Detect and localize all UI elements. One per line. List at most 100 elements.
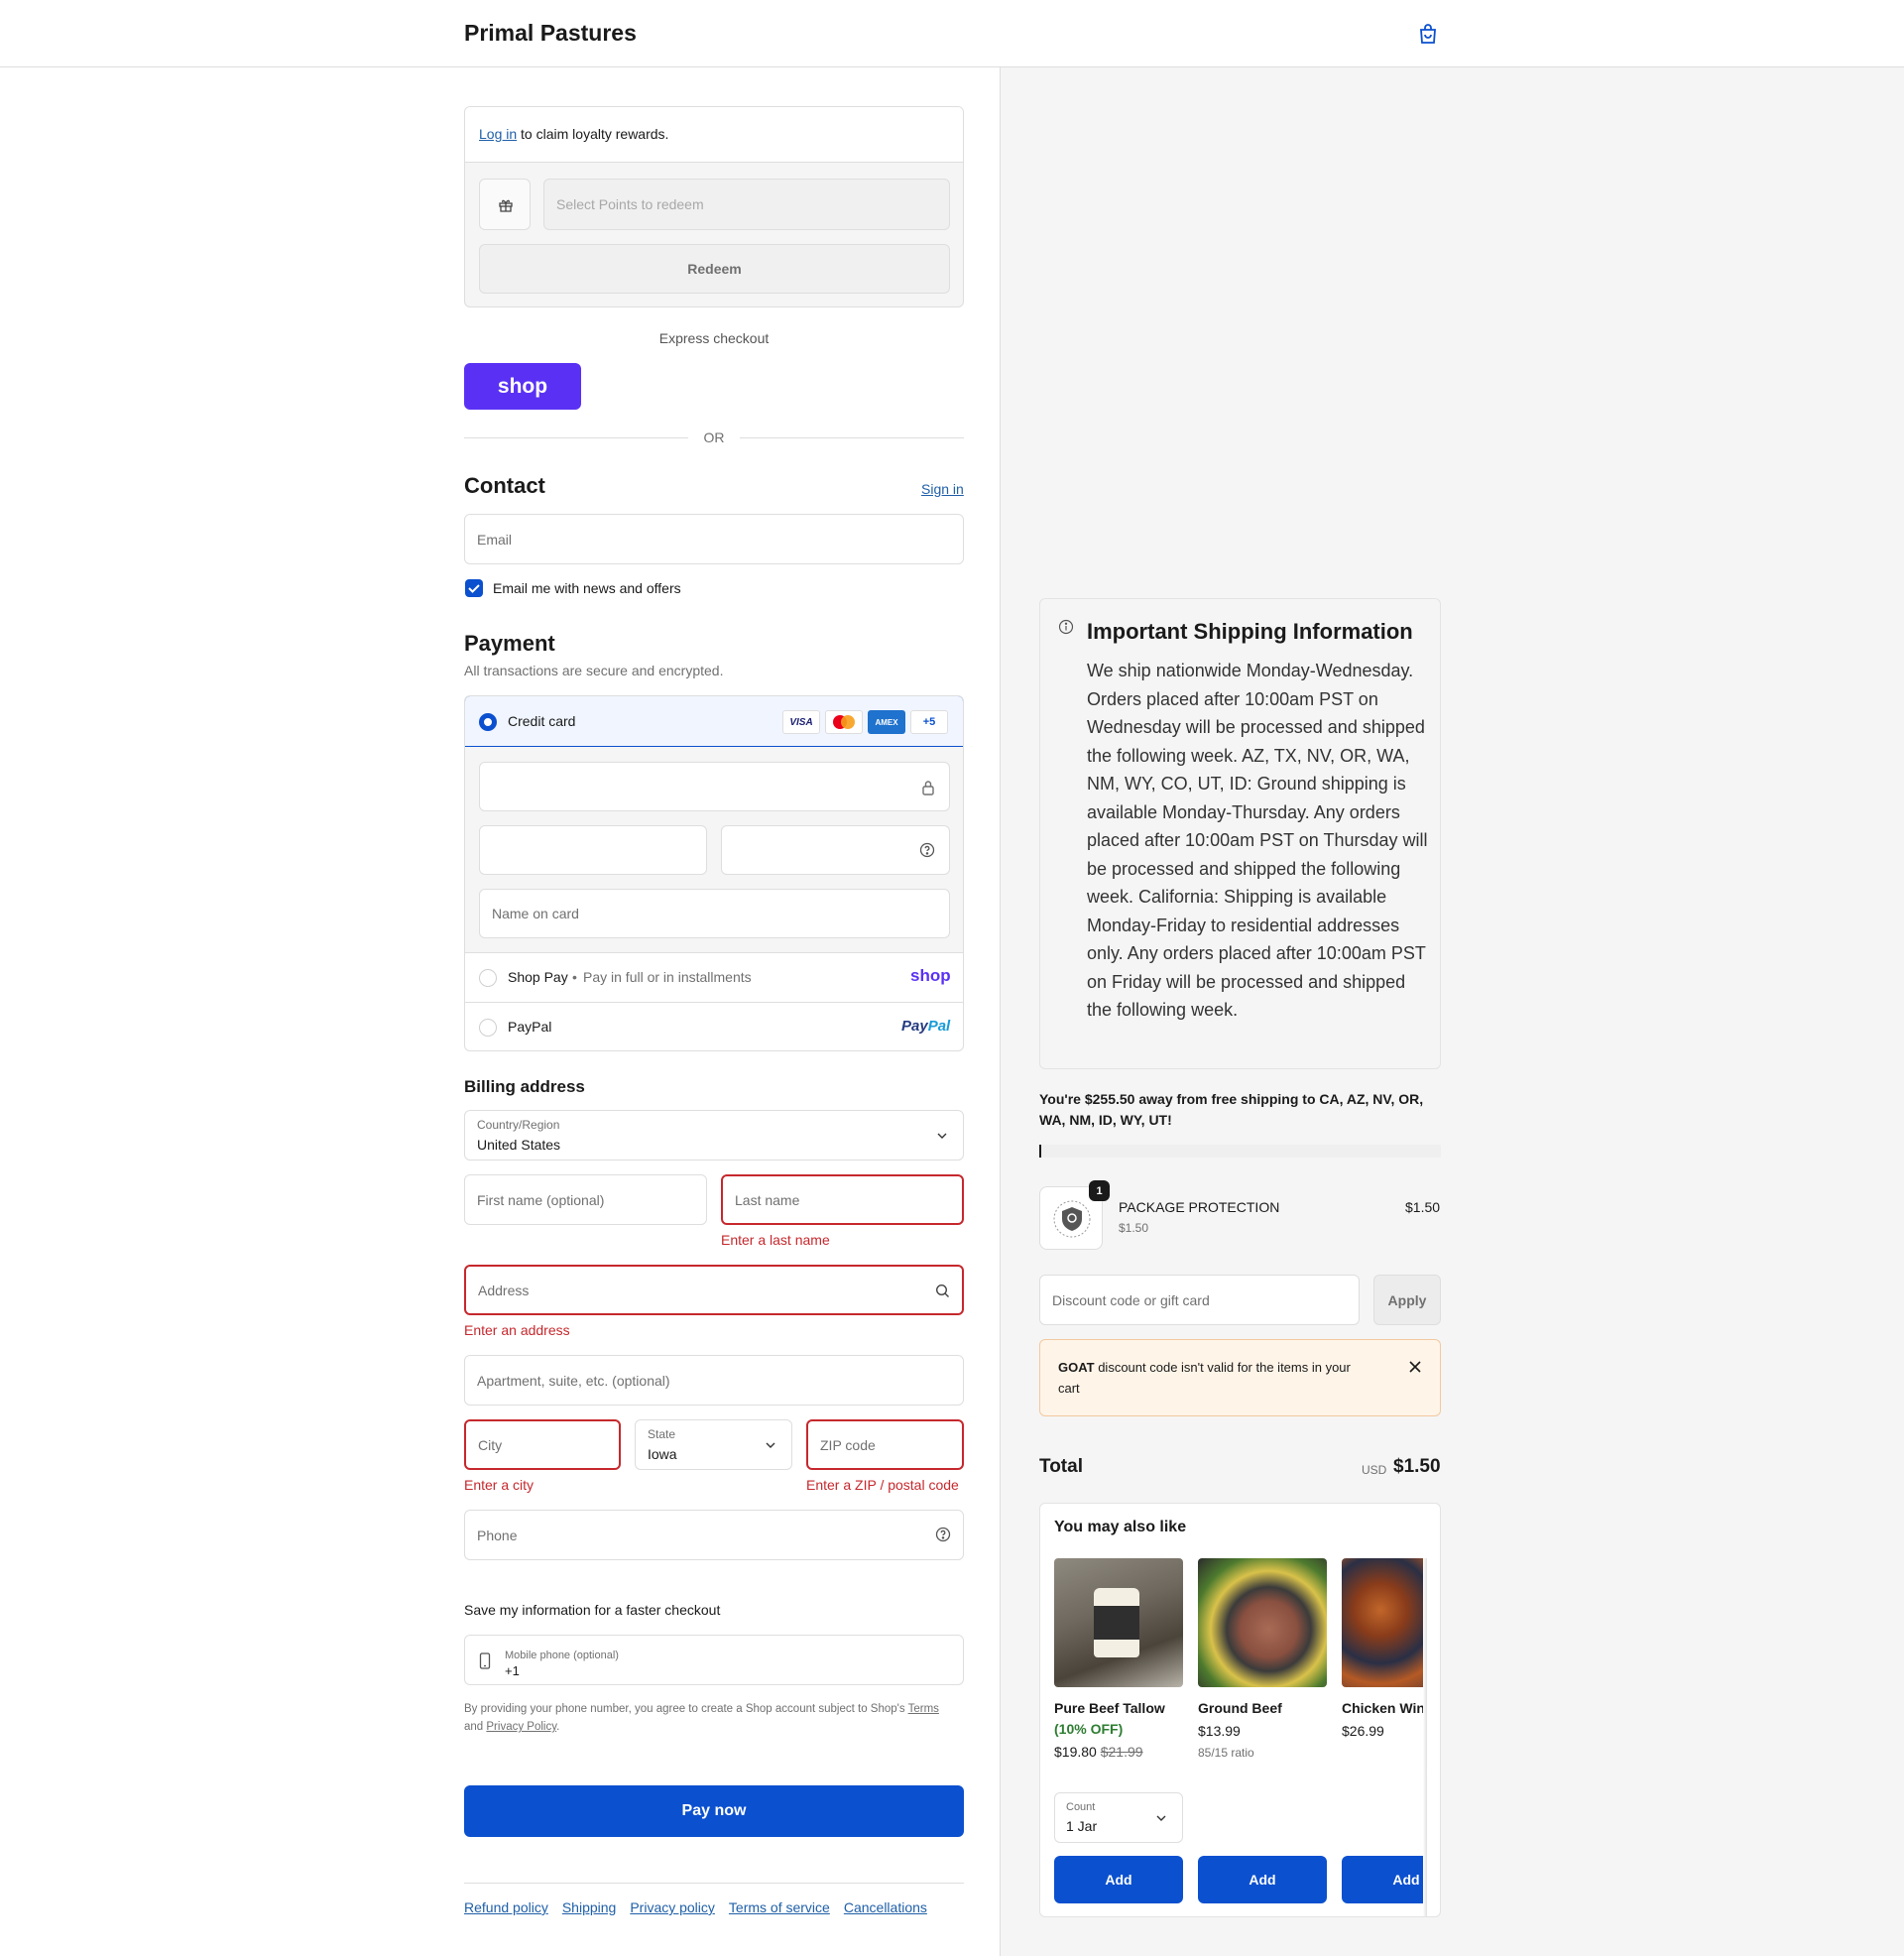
card-fields-area: Name on card [465, 747, 963, 953]
carousel-fade-edge [1423, 1558, 1427, 1916]
chicken-wings-image[interactable] [1342, 1558, 1425, 1687]
cart-quantity-badge: 1 [1089, 1180, 1110, 1201]
shop-pay-radio[interactable] [479, 969, 497, 987]
last-name-field[interactable]: Last name [721, 1174, 964, 1225]
privacy-policy-link[interactable]: Privacy Policy [486, 1721, 556, 1733]
shop-pay-express-button[interactable]: shop [464, 363, 581, 410]
product-price: $19.80 [1054, 1744, 1097, 1760]
mobile-phone-value: +1 [505, 1663, 520, 1678]
discount-notice-code: GOAT [1058, 1360, 1095, 1375]
or-divider-label: OR [703, 429, 725, 445]
security-code-field[interactable] [721, 825, 950, 875]
shop-pay-option[interactable]: Shop Pay • Pay in full or in installment… [465, 953, 963, 1003]
add-chicken-wings-button[interactable]: Add [1342, 1856, 1425, 1903]
payment-title: Payment [464, 631, 555, 656]
credit-card-radio[interactable] [479, 713, 497, 731]
mobile-phone-label: Mobile phone (optional) [505, 1650, 619, 1661]
upsell-carousel[interactable]: Pure Beef Tallow (10% OFF) $19.80 $21.99… [1054, 1558, 1425, 1916]
check-icon [468, 584, 480, 593]
save-info-title: Save my information for a faster checkou… [464, 1602, 721, 1618]
news-checkbox[interactable] [465, 579, 483, 597]
add-ground-beef-button[interactable]: Add [1198, 1856, 1327, 1903]
mobile-phone-field[interactable]: Mobile phone (optional) +1 [464, 1635, 964, 1685]
terms-of-service-link[interactable]: Terms of service [729, 1899, 830, 1915]
express-checkout-label: Express checkout [658, 330, 770, 346]
address-placeholder: Address [478, 1282, 530, 1298]
cart-bag-icon[interactable] [1416, 22, 1440, 46]
free-shipping-text: You're $255.50 away from free shipping t… [1039, 1091, 1424, 1128]
paypal-option[interactable]: PayPal PayPal [465, 1003, 963, 1050]
product-price: $26.99 [1342, 1723, 1384, 1739]
country-select[interactable]: Country/Region United States [464, 1110, 964, 1161]
search-icon [935, 1284, 949, 1297]
zip-field[interactable]: ZIP code [806, 1419, 964, 1470]
city-field[interactable]: City [464, 1419, 621, 1470]
loyalty-box: Log in to claim loyalty rewards. Select … [464, 106, 964, 307]
product-name[interactable]: Pure Beef Tallow [1054, 1700, 1165, 1716]
refund-policy-link[interactable]: Refund policy [464, 1899, 548, 1915]
legal-and: and [464, 1721, 487, 1733]
state-select[interactable]: State Iowa [635, 1419, 792, 1470]
discount-code-field[interactable]: Discount code or gift card [1039, 1275, 1360, 1325]
visa-icon: VISA [782, 710, 820, 734]
sign-in-link[interactable]: Sign in [921, 481, 964, 497]
points-placeholder: Select Points to redeem [556, 196, 704, 212]
chevron-down-icon [1156, 1815, 1166, 1821]
first-name-placeholder: First name (optional) [477, 1191, 605, 1208]
total-currency: USD [1362, 1463, 1387, 1477]
login-link[interactable]: Log in [479, 126, 517, 142]
phone-legal-text: By providing your phone number, you agre… [464, 1700, 964, 1736]
help-circle-icon [919, 842, 935, 858]
paypal-logo: PayPal [901, 1018, 950, 1035]
redeem-button[interactable]: Redeem [479, 244, 950, 294]
state-value: Iowa [648, 1446, 677, 1462]
terms-link[interactable]: Terms [908, 1703, 939, 1715]
legal-prefix: By providing your phone number, you agre… [464, 1703, 908, 1715]
address-field[interactable]: Address [464, 1265, 964, 1315]
discount-code-placeholder: Discount code or gift card [1052, 1291, 1210, 1308]
name-on-card-field[interactable]: Name on card [479, 889, 950, 938]
beef-tallow-image[interactable] [1054, 1558, 1183, 1687]
product-name[interactable]: Chicken Wings [1342, 1700, 1425, 1716]
pay-now-button[interactable]: Pay now [464, 1785, 964, 1837]
email-field[interactable]: Email [464, 514, 964, 564]
footer-divider [464, 1883, 964, 1884]
shop-pay-sub: Pay in full or in installments [583, 969, 752, 985]
phone-field[interactable]: Phone [464, 1510, 964, 1560]
expiration-date-field[interactable] [479, 825, 707, 875]
close-icon[interactable] [1408, 1360, 1422, 1374]
add-beef-tallow-button[interactable]: Add [1054, 1856, 1183, 1903]
apartment-placeholder: Apartment, suite, etc. (optional) [477, 1372, 670, 1389]
gift-icon-button[interactable] [479, 179, 531, 230]
points-select[interactable]: Select Points to redeem [543, 179, 950, 230]
product-note: 85/15 ratio [1198, 1746, 1254, 1760]
card-number-field[interactable] [479, 762, 950, 811]
loyalty-login-row: Log in to claim loyalty rewards. [465, 107, 963, 163]
shield-seal-icon [1053, 1200, 1091, 1238]
first-name-field[interactable]: First name (optional) [464, 1174, 707, 1225]
upsell-title: You may also like [1054, 1519, 1187, 1535]
paypal-logo-pay: Pay [901, 1018, 928, 1035]
amex-icon: AMEX [868, 710, 905, 734]
last-name-placeholder: Last name [735, 1191, 800, 1208]
news-label[interactable]: Email me with news and offers [493, 580, 681, 596]
brand-logo[interactable]: Primal Pastures [464, 20, 637, 47]
ground-beef-image[interactable] [1198, 1558, 1327, 1687]
product-name[interactable]: Ground Beef [1198, 1700, 1282, 1716]
paypal-logo-pal: Pal [927, 1018, 951, 1035]
shop-pay-option-logo: shop [910, 966, 951, 985]
state-label: State [648, 1427, 676, 1441]
divider-right [740, 437, 964, 438]
shop-pay-dot: • [572, 969, 577, 985]
privacy-policy-footer-link[interactable]: Privacy policy [630, 1899, 715, 1915]
shipping-link[interactable]: Shipping [562, 1899, 617, 1915]
apply-discount-button[interactable]: Apply [1373, 1275, 1441, 1325]
legal-suffix: . [556, 1721, 560, 1733]
credit-card-option[interactable]: Credit card VISA AMEX +5 [465, 696, 963, 747]
add-label: Add [1392, 1872, 1420, 1888]
product-count-select[interactable]: Count 1 Jar [1054, 1792, 1183, 1843]
cancellations-link[interactable]: Cancellations [844, 1899, 927, 1915]
apartment-field[interactable]: Apartment, suite, etc. (optional) [464, 1355, 964, 1406]
paypal-radio[interactable] [479, 1019, 497, 1037]
email-placeholder: Email [477, 531, 513, 548]
